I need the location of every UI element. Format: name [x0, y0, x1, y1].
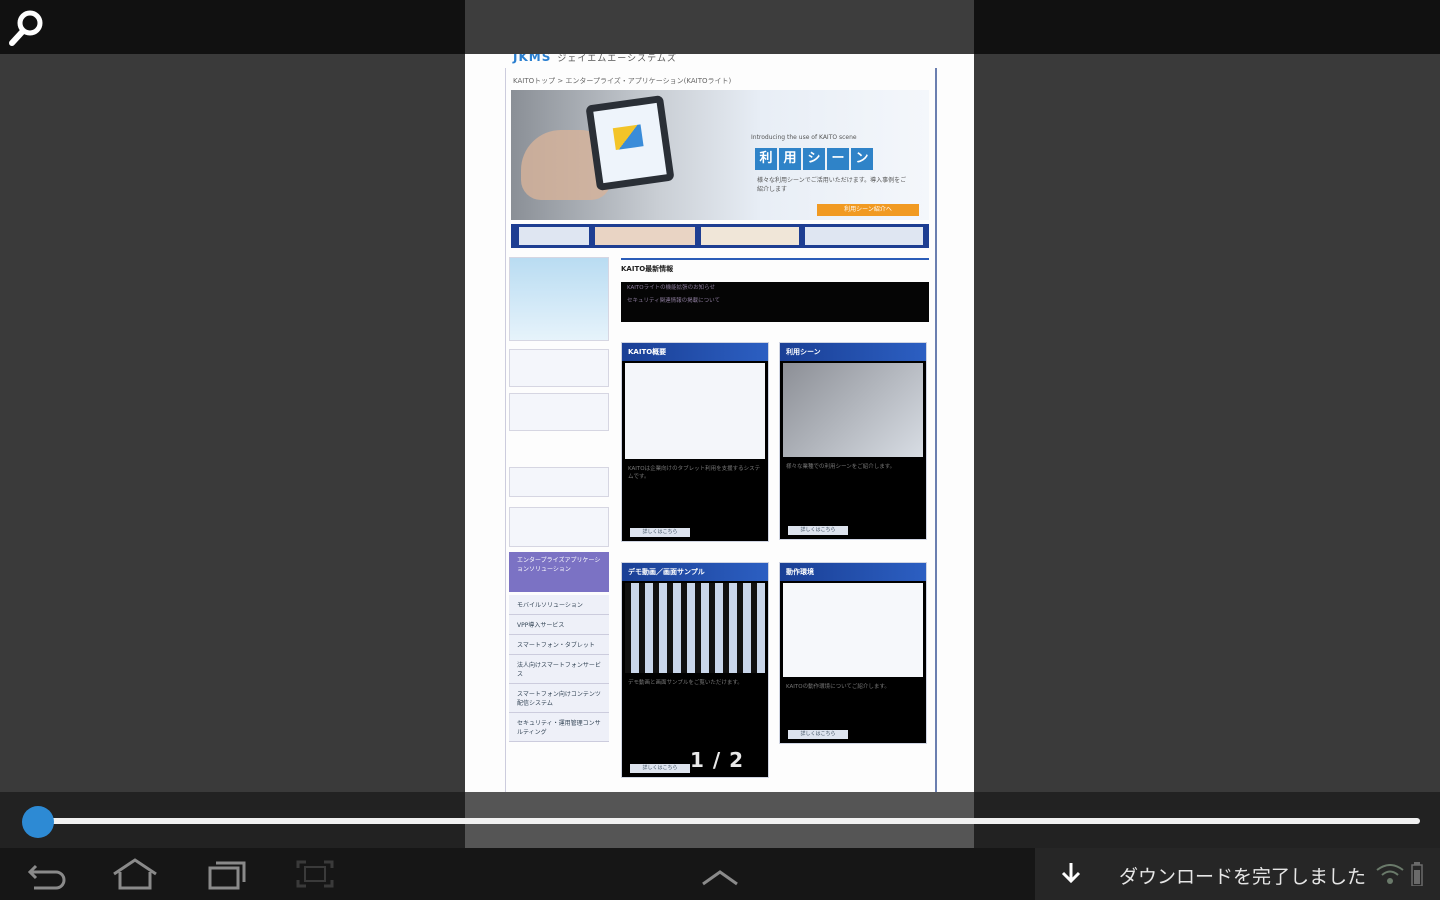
- sidebar-item[interactable]: VPP導入サービス: [509, 615, 609, 635]
- download-notification[interactable]: ダウンロードを完了しました: [1035, 848, 1440, 900]
- sidebar-item[interactable]: モバイルソリューション: [509, 595, 609, 615]
- keyboard-banner[interactable]: [509, 467, 609, 497]
- chevron-up-icon: [702, 870, 738, 886]
- top-bar: [0, 0, 1440, 54]
- battery-icon: [1411, 862, 1423, 887]
- hero-title: 利 用 シ ー ン: [755, 148, 873, 170]
- card-more-button[interactable]: 詳しくはこちら: [630, 528, 690, 537]
- card-scene: 利用シーン 様々な業種での利用シーンをご紹介します。 詳しくはこちら: [779, 342, 927, 540]
- contact-banner[interactable]: [509, 349, 609, 387]
- recent-apps-button[interactable]: [202, 856, 252, 892]
- signal-icon: [1376, 864, 1404, 884]
- page-slider-track[interactable]: [24, 818, 1420, 824]
- phone-banner[interactable]: [509, 393, 609, 431]
- page-slider-thumb[interactable]: [21, 806, 54, 838]
- back-button[interactable]: [22, 856, 72, 892]
- sidebar-nav-header[interactable]: エンタープライズアプリケーションソリューション: [509, 552, 609, 592]
- news-box: KAITOライトの機能拡張のお知らせ セキュリティ関連情報の掲載について: [621, 282, 929, 322]
- site-logo: JKMS ジェイエムエーシステムズ: [513, 54, 677, 64]
- sidebar: エンタープライズアプリケーションソリューション モバイルソリューション VPP導…: [509, 257, 611, 792]
- film-image: [625, 583, 765, 673]
- pdf-viewer-app: JKMS ジェイエムエーシステムズ KAITOトップ > エンタープライズ・アプリ…: [0, 0, 1440, 900]
- tablet-photo: [783, 363, 923, 457]
- page-counter: 1 / 2: [690, 748, 745, 772]
- sidebar-item[interactable]: 法人向けスマートフォンサービス: [509, 655, 609, 684]
- font-banner[interactable]: [509, 507, 609, 547]
- search-icon: [9, 10, 43, 46]
- screenshot-icon: [296, 860, 334, 888]
- hero-banner: Introducing the use of KAITO scene 利 用 シ…: [511, 90, 929, 220]
- device-image: [783, 583, 923, 677]
- sidebar-list: モバイルソリューション VPP導入サービス スマートフォン・タブレット 法人向け…: [509, 595, 609, 742]
- sidebar-item[interactable]: スマートフォン・タブレット: [509, 635, 609, 655]
- notification-message: ダウンロードを完了しました: [1119, 866, 1367, 888]
- card-overview: KAITO概要 KAITOは企業向けのタブレット利用を支援するシステムです。 詳…: [621, 342, 769, 542]
- search-button[interactable]: [6, 8, 48, 48]
- card-more-button[interactable]: 詳しくはこちら: [788, 526, 848, 535]
- card-demo: デモ動画／画面サンプル デモ動画と画面サンプルをご覧いただけます。 詳しくはこち…: [621, 562, 769, 778]
- tablet-image: [585, 94, 675, 192]
- news-item[interactable]: KAITOライトの機能拡張のお知らせ: [621, 282, 929, 295]
- news-item[interactable]: セキュリティ関連情報の掲載について: [621, 295, 929, 308]
- seap-banner[interactable]: [509, 257, 609, 341]
- card-more-button[interactable]: 詳しくはこちら: [630, 764, 690, 773]
- system-nav-bar: ダウンロードを完了しました: [0, 848, 1440, 900]
- breadcrumb: KAITOトップ > エンタープライズ・アプリケーション(KAITOライト): [513, 77, 732, 85]
- news-title: KAITO最新情報: [621, 265, 674, 273]
- sidebar-item[interactable]: スマートフォン向けコンテンツ配信システム: [509, 684, 609, 713]
- download-icon: [1061, 863, 1081, 884]
- screenshot-button[interactable]: [290, 856, 340, 892]
- card-environment: 動作環境 KAITOの動作環境についてご紹介します。 詳しくはこちら: [779, 562, 927, 744]
- page-preview[interactable]: JKMS ジェイエムエーシステムズ KAITOトップ > エンタープライズ・アプリ…: [465, 54, 974, 792]
- hero-more-button[interactable]: 利用シーン紹介へ: [817, 204, 919, 216]
- partner-banner: [511, 224, 929, 248]
- sidebar-item[interactable]: セキュリティ・運用管理コンサルティング: [509, 713, 609, 742]
- home-icon: [113, 858, 157, 890]
- home-button[interactable]: [110, 856, 160, 892]
- expand-button[interactable]: [695, 856, 745, 892]
- back-icon: [27, 864, 66, 890]
- card-more-button[interactable]: 詳しくはこちら: [788, 730, 848, 739]
- diagram-image: [625, 363, 765, 459]
- recent-apps-icon: [208, 861, 246, 890]
